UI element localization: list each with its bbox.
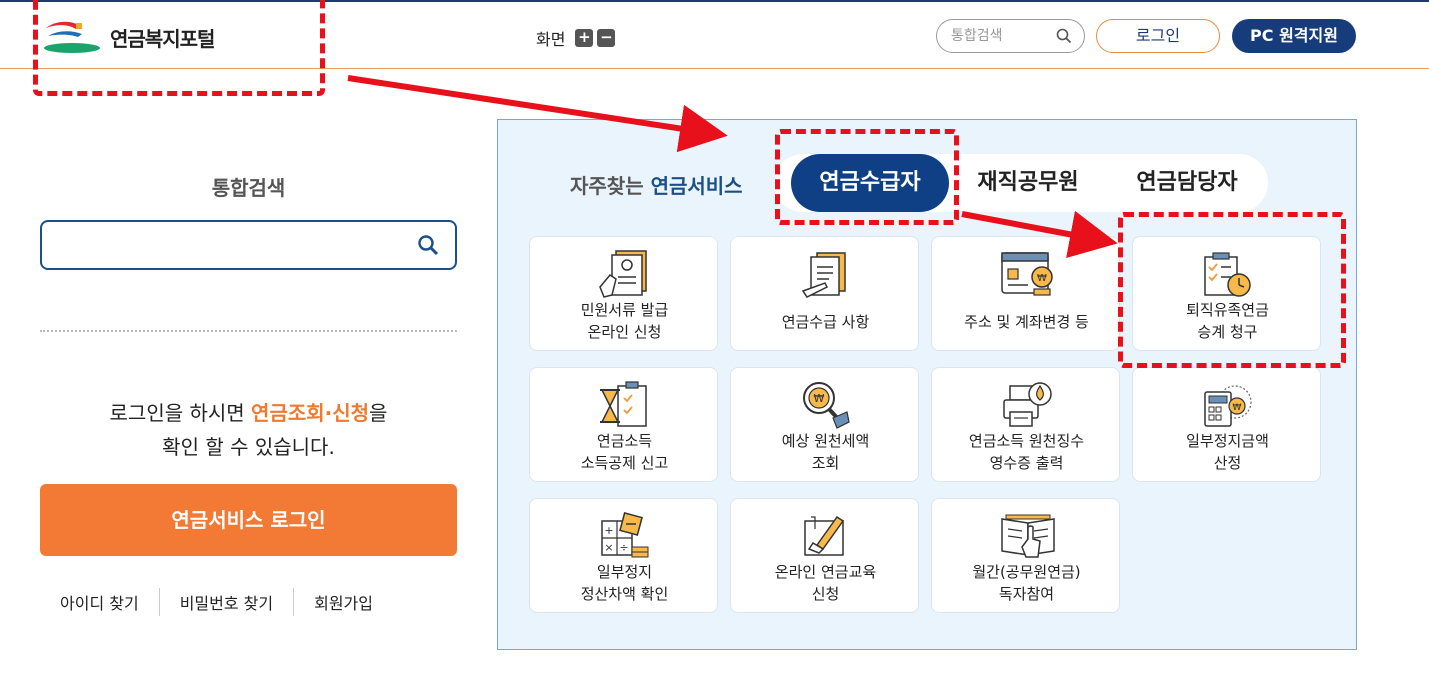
zoom-label: 화면 (536, 30, 566, 49)
card-label: 연금소득 (596, 432, 653, 450)
service-card-address-account[interactable]: ₩ 주소 및 계좌변경 등 (931, 236, 1120, 351)
service-card-settlement-difference[interactable]: + × ÷ 일부정지 정산차액 확인 (529, 498, 718, 613)
service-card-monthly-magazine[interactable]: 월간(공무원연금) 독자참여 (931, 498, 1120, 613)
svg-text:×: × (604, 541, 613, 554)
card-label: 민원서류 발급 (580, 301, 669, 319)
service-card-online-education[interactable]: 온라인 연금교육 신청 (730, 498, 919, 613)
remote-support-button[interactable]: PC 원격지원 (1232, 19, 1356, 53)
svg-text:₩: ₩ (1037, 273, 1047, 284)
search-icon[interactable] (417, 234, 439, 256)
hourglass-clipboard-icon (600, 381, 647, 427)
svg-text:÷: ÷ (619, 541, 628, 554)
card-label: 예상 원천세액 (781, 432, 870, 450)
service-card-document-request[interactable]: 민원서류 발급 온라인 신청 (529, 236, 718, 351)
sign-up-link[interactable]: 회원가입 (294, 590, 393, 614)
card-label: 독자참여 (998, 585, 1055, 603)
card-label: 영수증 출력 (989, 454, 1064, 472)
divider (40, 330, 457, 332)
card-label: 온라인 연금교육 (774, 563, 877, 581)
pen-document-icon (804, 515, 845, 556)
account-links: 아이디 찾기 비밀번호 찾기 회원가입 (40, 588, 457, 616)
service-card-suspension-amount[interactable]: ₩ 일부정지금액 산정 (1132, 367, 1321, 482)
login-message-suffix: 을 (369, 401, 388, 425)
math-calculator-icon: + × ÷ (601, 512, 649, 558)
card-label: 월간(공무원연금) (972, 563, 1081, 581)
document-pen-icon (801, 252, 846, 298)
service-card-withholding-receipt[interactable]: 연금소득 원천징수 영수증 출력 (931, 367, 1120, 482)
card-label: 온라인 신청 (587, 323, 662, 341)
card-label: 산정 (1213, 454, 1242, 472)
header-login-button[interactable]: 로그인 (1096, 19, 1220, 53)
integrated-search-box (40, 220, 457, 270)
card-label: 소득공제 신고 (580, 454, 669, 472)
service-login-button[interactable]: 연금서비스 로그인 (40, 484, 457, 556)
card-label: 주소 및 계좌변경 등 (964, 313, 1089, 331)
document-hand-icon (599, 250, 647, 298)
annotation-box-survivor-card (1118, 212, 1346, 368)
card-label: 조회 (811, 454, 840, 472)
book-hand-icon (1001, 514, 1055, 558)
tab-current-employee[interactable]: 재직공무원 (954, 154, 1102, 212)
card-coin-icon: ₩ (1001, 252, 1053, 296)
svg-text:₩: ₩ (1233, 403, 1242, 413)
service-card-income-deduction[interactable]: 연금소득 소득공제 신고 (529, 367, 718, 482)
login-message-highlight: 연금조회·신청 (251, 401, 370, 425)
find-password-link[interactable]: 비밀번호 찾기 (160, 590, 293, 614)
zoom-in-button[interactable]: + (575, 29, 594, 47)
card-label: 연금수급 사항 (781, 313, 870, 331)
find-id-link[interactable]: 아이디 찾기 (40, 590, 159, 614)
card-label: 일부정지금액 (1186, 432, 1269, 450)
integrated-search-title: 통합검색 (211, 176, 286, 200)
printer-drop-icon (1003, 382, 1052, 427)
search-icon[interactable] (1056, 28, 1072, 44)
service-card-withholding-estimate[interactable]: ₩ 예상 원천세액 조회 (730, 367, 919, 482)
frequent-title-highlight: 연금서비스 (650, 174, 743, 198)
integrated-search-input[interactable] (54, 222, 414, 266)
header-search (936, 19, 1085, 53)
zoom-out-button[interactable]: − (597, 29, 616, 47)
card-label: 정산차액 확인 (580, 585, 669, 603)
frequent-services-title: 자주찾는 연금서비스 (570, 170, 743, 199)
annotation-box-logo (33, 0, 325, 96)
login-message-prefix: 로그인을 하시면 (109, 401, 252, 425)
login-message-line2: 확인 할 수 있습니다. (162, 435, 335, 459)
magnifier-coin-icon: ₩ (803, 382, 850, 429)
card-label: 일부정지 (596, 563, 653, 581)
tab-pension-officer[interactable]: 연금담당자 (1108, 154, 1266, 212)
zoom-control: 화면 + − (536, 26, 616, 50)
svg-text:+: + (604, 524, 613, 537)
frequent-title-prefix: 자주찾는 (570, 174, 651, 198)
header-search-input[interactable] (951, 20, 1061, 52)
service-card-pension-receipt[interactable]: 연금수급 사항 (730, 236, 919, 351)
card-label: 신청 (811, 585, 840, 603)
card-label: 연금소득 원천징수 (968, 432, 1085, 450)
calculator-coin-icon: ₩ (1204, 385, 1252, 427)
svg-text:₩: ₩ (814, 392, 825, 405)
annotation-box-recipient-tab (775, 129, 959, 225)
login-message: 로그인을 하시면 연금조회·신청을 확인 할 수 있습니다. (40, 396, 457, 464)
